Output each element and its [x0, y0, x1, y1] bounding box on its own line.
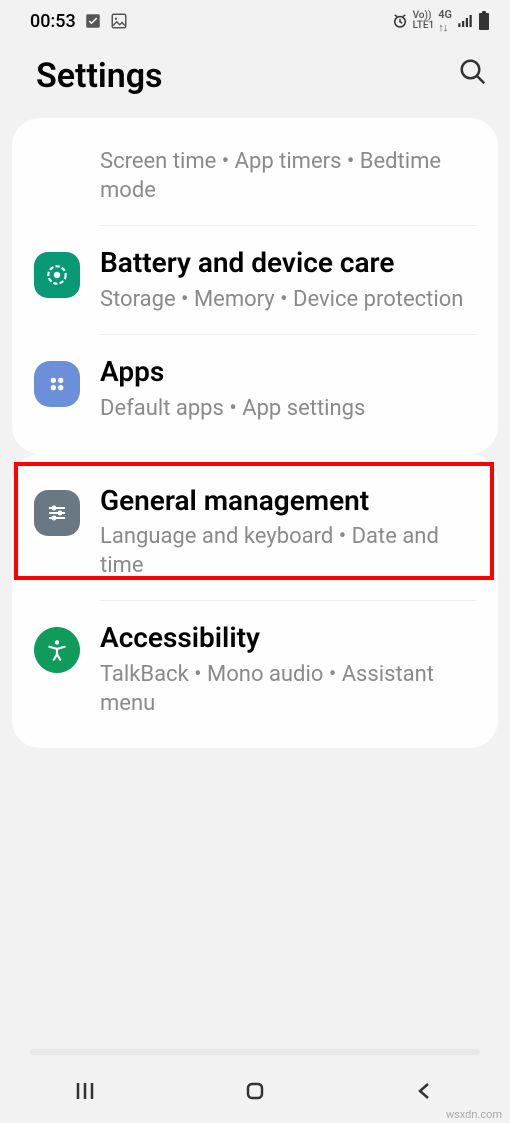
- item-title: Accessibility: [100, 621, 476, 655]
- signal-icon: [456, 12, 474, 30]
- settings-item-screentime[interactable]: Screen time • App timers • Bedtime mode: [12, 128, 498, 225]
- settings-item-accessibility[interactable]: Accessibility TalkBack • Mono audio • As…: [12, 601, 498, 738]
- nav-recents-button[interactable]: [25, 1079, 145, 1103]
- alarm-icon: [391, 12, 409, 30]
- settings-item-apps[interactable]: Apps Default apps • App settings: [12, 335, 498, 443]
- apps-icon: [34, 361, 80, 407]
- page-title: Settings: [36, 56, 163, 96]
- blank-icon: [34, 154, 80, 200]
- battery-care-icon: [34, 252, 80, 298]
- settings-item-battery[interactable]: Battery and device care Storage • Memory…: [12, 226, 498, 334]
- status-bar: 00:53 Vo))LTE1 4G↑↓: [0, 0, 510, 38]
- checkbox-icon: [84, 12, 102, 30]
- watermark: wsxdn.com: [446, 1108, 502, 1121]
- item-title: Battery and device care: [100, 246, 476, 280]
- general-management-icon: [34, 490, 80, 536]
- home-icon: [243, 1079, 267, 1103]
- navigation-bar: [0, 1059, 510, 1123]
- item-sub: Default apps • App settings: [100, 395, 476, 424]
- scroll-indicator: [30, 1049, 480, 1055]
- image-icon: [110, 12, 128, 30]
- nav-home-button[interactable]: [195, 1079, 315, 1103]
- network-label: Vo))LTE1: [413, 11, 435, 31]
- back-icon: [413, 1079, 437, 1103]
- item-title: General management: [100, 484, 476, 518]
- battery-icon: [478, 11, 490, 31]
- item-sub: Storage • Memory • Device protection: [100, 286, 476, 315]
- header: Settings: [0, 38, 510, 118]
- settings-card-1: Screen time • App timers • Bedtime mode …: [12, 118, 498, 454]
- item-sub: Language and keyboard • Date and time: [100, 523, 476, 580]
- settings-item-general[interactable]: General management Language and keyboard…: [12, 464, 498, 601]
- item-sub: TalkBack • Mono audio • Assistant menu: [100, 661, 476, 718]
- nav-back-button[interactable]: [365, 1079, 485, 1103]
- status-time: 00:53: [30, 11, 76, 32]
- item-title: Apps: [100, 355, 476, 389]
- item-sub: Screen time • App timers • Bedtime mode: [100, 148, 476, 205]
- accessibility-icon: [34, 627, 80, 673]
- search-button[interactable]: [458, 56, 488, 96]
- search-icon: [458, 57, 488, 87]
- settings-card-2: General management Language and keyboard…: [12, 454, 498, 749]
- recents-icon: [73, 1079, 97, 1103]
